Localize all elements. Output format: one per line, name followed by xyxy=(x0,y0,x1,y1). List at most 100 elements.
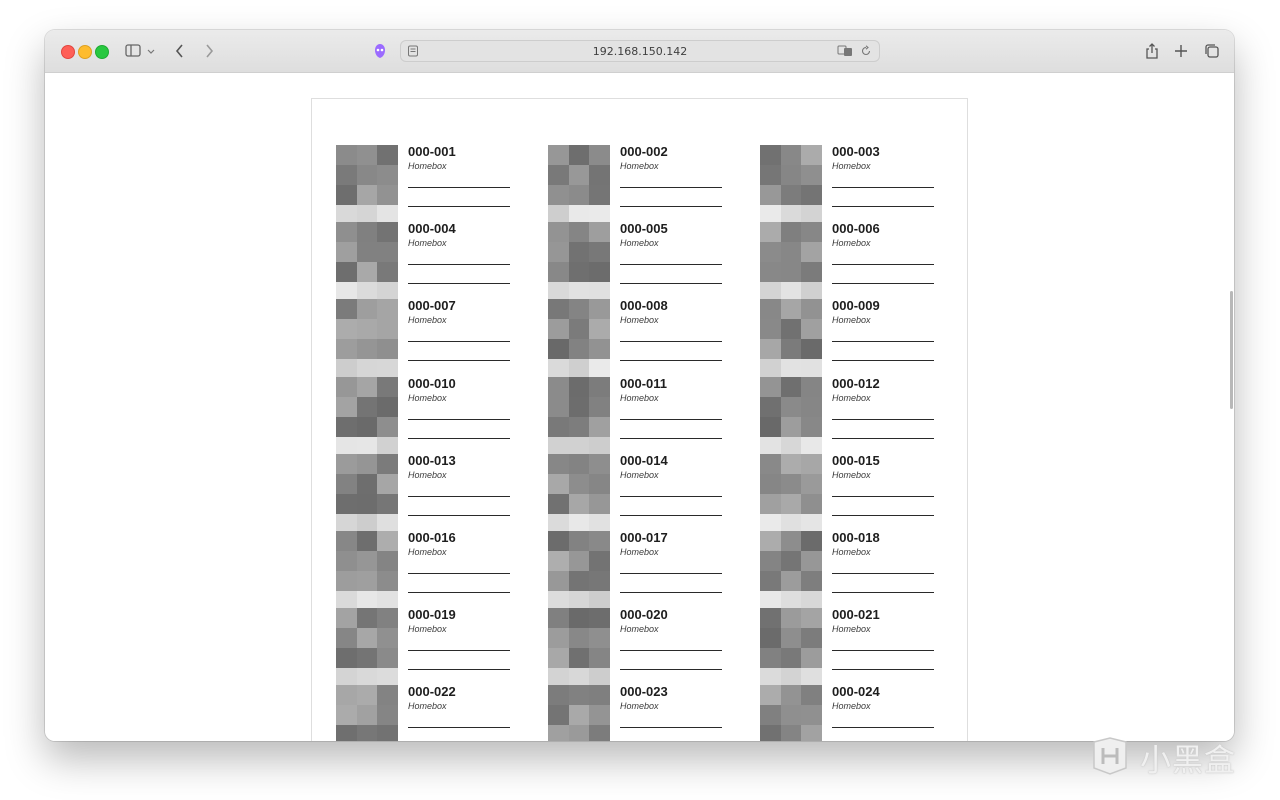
asset-id: 000-019 xyxy=(408,607,456,623)
back-button[interactable] xyxy=(171,40,189,62)
asset-location: Homebox xyxy=(408,469,447,480)
reload-icon[interactable] xyxy=(860,45,872,57)
label-text: 000-015 Homebox xyxy=(832,453,934,481)
share-button[interactable] xyxy=(1144,40,1160,62)
label-card: 000-013 Homebox xyxy=(336,453,536,534)
asset-location: Homebox xyxy=(408,161,447,171)
tab-overview-button[interactable] xyxy=(1203,40,1221,62)
share-icon xyxy=(1146,43,1158,59)
close-window-button[interactable] xyxy=(61,45,75,59)
forward-button[interactable] xyxy=(200,40,218,62)
asset-id: 000-003 xyxy=(832,144,880,159)
label-card: 000-021 Homebox xyxy=(760,608,960,689)
translate-icon[interactable] xyxy=(837,45,853,57)
label-text: 000-013 Homebox xyxy=(408,453,510,481)
write-in-line xyxy=(832,206,934,207)
write-in-line xyxy=(620,592,722,593)
write-in-line xyxy=(832,283,934,285)
asset-location: Homebox xyxy=(620,547,659,557)
asset-location: Homebox xyxy=(408,315,447,326)
asset-location: Homebox xyxy=(620,624,659,635)
label-text: 000-004 Homebox xyxy=(408,222,510,249)
write-in-line xyxy=(408,495,510,497)
write-in-line xyxy=(620,727,722,729)
write-in-line xyxy=(620,187,722,188)
label-card: 000-024 Homebox xyxy=(760,685,960,741)
zoom-window-button[interactable] xyxy=(95,45,109,59)
sidebar-toggle-button[interactable] xyxy=(123,40,157,62)
write-in-line xyxy=(408,283,510,285)
browser-toolbar: 192.168.150.142 xyxy=(45,30,1234,73)
asset-location: Homebox xyxy=(832,701,871,712)
write-in-line xyxy=(620,437,722,439)
asset-id: 000-002 xyxy=(620,144,668,159)
write-in-line xyxy=(620,418,722,420)
label-card: 000-001 Homebox xyxy=(336,145,536,225)
asset-id: 000-008 xyxy=(620,298,668,314)
qr-code xyxy=(336,145,398,225)
label-card: 000-015 Homebox xyxy=(760,453,960,534)
label-text: 000-008 Homebox xyxy=(620,299,722,326)
label-card: 000-007 Homebox xyxy=(336,299,536,380)
minimize-window-button[interactable] xyxy=(78,45,92,59)
write-in-line xyxy=(832,187,934,188)
write-in-line xyxy=(832,495,934,497)
write-in-line xyxy=(620,573,722,574)
qr-code xyxy=(548,145,610,225)
asset-location: Homebox xyxy=(832,238,871,249)
scrollbar[interactable] xyxy=(1230,291,1233,409)
qr-code xyxy=(548,531,610,611)
write-in-line xyxy=(408,727,510,729)
label-card: 000-016 Homebox xyxy=(336,530,536,611)
asset-location: Homebox xyxy=(620,392,659,403)
asset-location: Homebox xyxy=(408,701,447,712)
asset-id: 000-016 xyxy=(408,530,456,545)
write-in-line xyxy=(408,264,510,266)
label-text: 000-012 Homebox xyxy=(832,376,934,404)
label-card: 000-014 Homebox xyxy=(548,452,748,534)
label-sheet: 000-001 Homebox 000-002 Homebox 000-003 Homeb… xyxy=(311,98,968,741)
label-text: 000-023 Homebox xyxy=(620,685,722,712)
label-card: 000-003 Homebox xyxy=(760,145,960,225)
browser-window: 192.168.150.142 000-001 Homebox 000-002 … xyxy=(45,30,1234,741)
plus-icon xyxy=(1175,45,1187,57)
write-in-line xyxy=(620,206,722,207)
label-text: 000-019 Homebox xyxy=(408,608,510,635)
label-card: 000-004 Homebox xyxy=(336,222,536,303)
write-in-line xyxy=(832,592,934,593)
asset-id: 000-014 xyxy=(620,452,668,468)
asset-location: Homebox xyxy=(620,315,659,326)
label-text: 000-009 Homebox xyxy=(832,299,934,326)
asset-location: Homebox xyxy=(408,547,447,557)
asset-id: 000-004 xyxy=(408,221,456,237)
qr-code xyxy=(336,376,398,457)
write-in-line xyxy=(832,341,934,343)
new-tab-button[interactable] xyxy=(1173,40,1189,62)
label-card: 000-006 Homebox xyxy=(760,222,960,303)
write-in-line xyxy=(832,360,934,362)
asset-id: 000-010 xyxy=(408,375,456,391)
write-in-line xyxy=(408,206,510,207)
watermark-logo-icon xyxy=(1093,737,1127,775)
label-text: 000-022 Homebox xyxy=(408,685,510,712)
qr-code xyxy=(760,376,822,457)
asset-id: 000-006 xyxy=(832,221,880,237)
write-in-line xyxy=(620,264,722,266)
label-text: 000-003 Homebox xyxy=(832,145,934,172)
asset-location: Homebox xyxy=(832,469,871,480)
write-in-line xyxy=(408,360,510,362)
asset-id: 000-022 xyxy=(408,684,456,700)
asset-location: Homebox xyxy=(620,161,659,171)
write-in-line xyxy=(408,592,510,593)
asset-id: 000-017 xyxy=(620,530,668,545)
asset-id: 000-023 xyxy=(620,684,668,700)
label-card: 000-020 Homebox xyxy=(548,608,748,689)
asset-location: Homebox xyxy=(620,701,659,712)
extension-button[interactable] xyxy=(371,40,389,62)
address-bar[interactable]: 192.168.150.142 xyxy=(400,40,880,62)
write-in-line xyxy=(408,341,510,343)
page-content: 000-001 Homebox 000-002 Homebox 000-003 Homeb… xyxy=(45,73,1234,741)
tabs-icon xyxy=(1205,44,1219,58)
qr-code xyxy=(336,608,398,689)
label-text: 000-006 Homebox xyxy=(832,222,934,249)
